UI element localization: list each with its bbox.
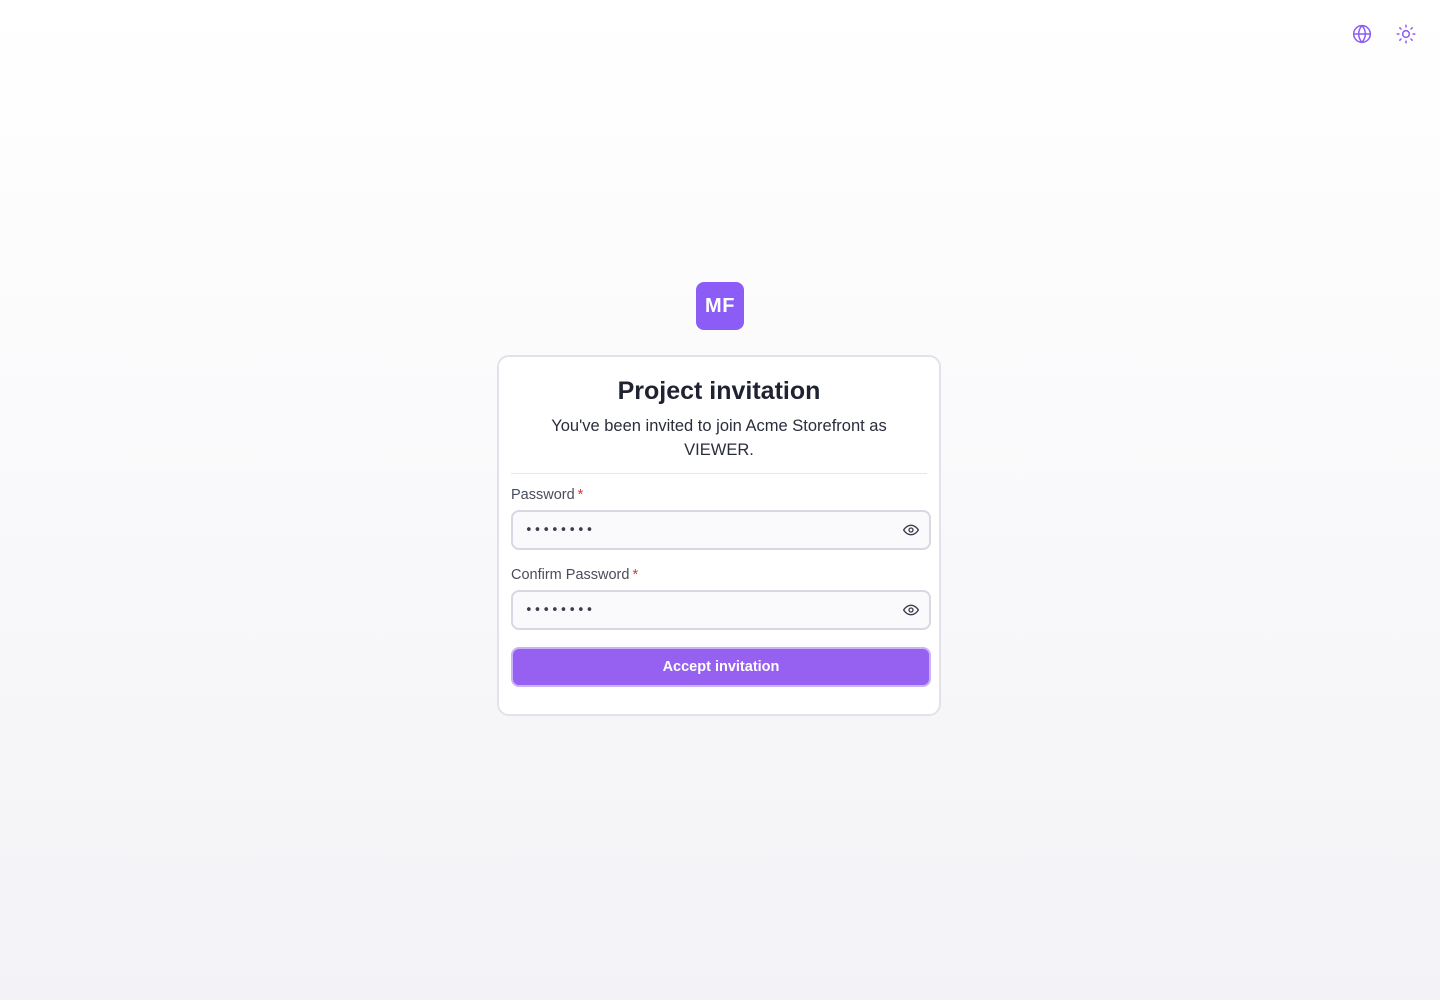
invitation-message: You've been invited to join Acme Storefr…: [551, 417, 887, 459]
top-actions: [1350, 22, 1418, 46]
required-mark: *: [577, 487, 584, 503]
confirm-password-input[interactable]: [513, 592, 893, 628]
password-input[interactable]: [513, 512, 893, 548]
eye-icon[interactable]: [893, 592, 929, 628]
sun-icon[interactable]: [1394, 22, 1418, 46]
password-label: Password *: [511, 487, 583, 503]
required-mark: *: [632, 567, 639, 583]
brand-logo: MF: [696, 282, 744, 330]
password-label-text: Password: [511, 487, 575, 503]
password-field-wrapper: [511, 510, 931, 550]
card-header: Project invitation You've been invited t…: [511, 357, 927, 474]
brand-logo-text: MF: [705, 294, 735, 317]
eye-icon[interactable]: [893, 512, 929, 548]
globe-icon[interactable]: [1350, 22, 1374, 46]
accept-invitation-button[interactable]: Accept invitation: [511, 647, 931, 687]
page-title: Project invitation: [617, 377, 821, 405]
confirm-password-label: Confirm Password *: [511, 567, 638, 583]
confirm-password-field-wrapper: [511, 590, 931, 630]
invitation-card: Project invitation You've been invited t…: [497, 355, 941, 716]
confirm-password-label-text: Confirm Password: [511, 567, 630, 583]
